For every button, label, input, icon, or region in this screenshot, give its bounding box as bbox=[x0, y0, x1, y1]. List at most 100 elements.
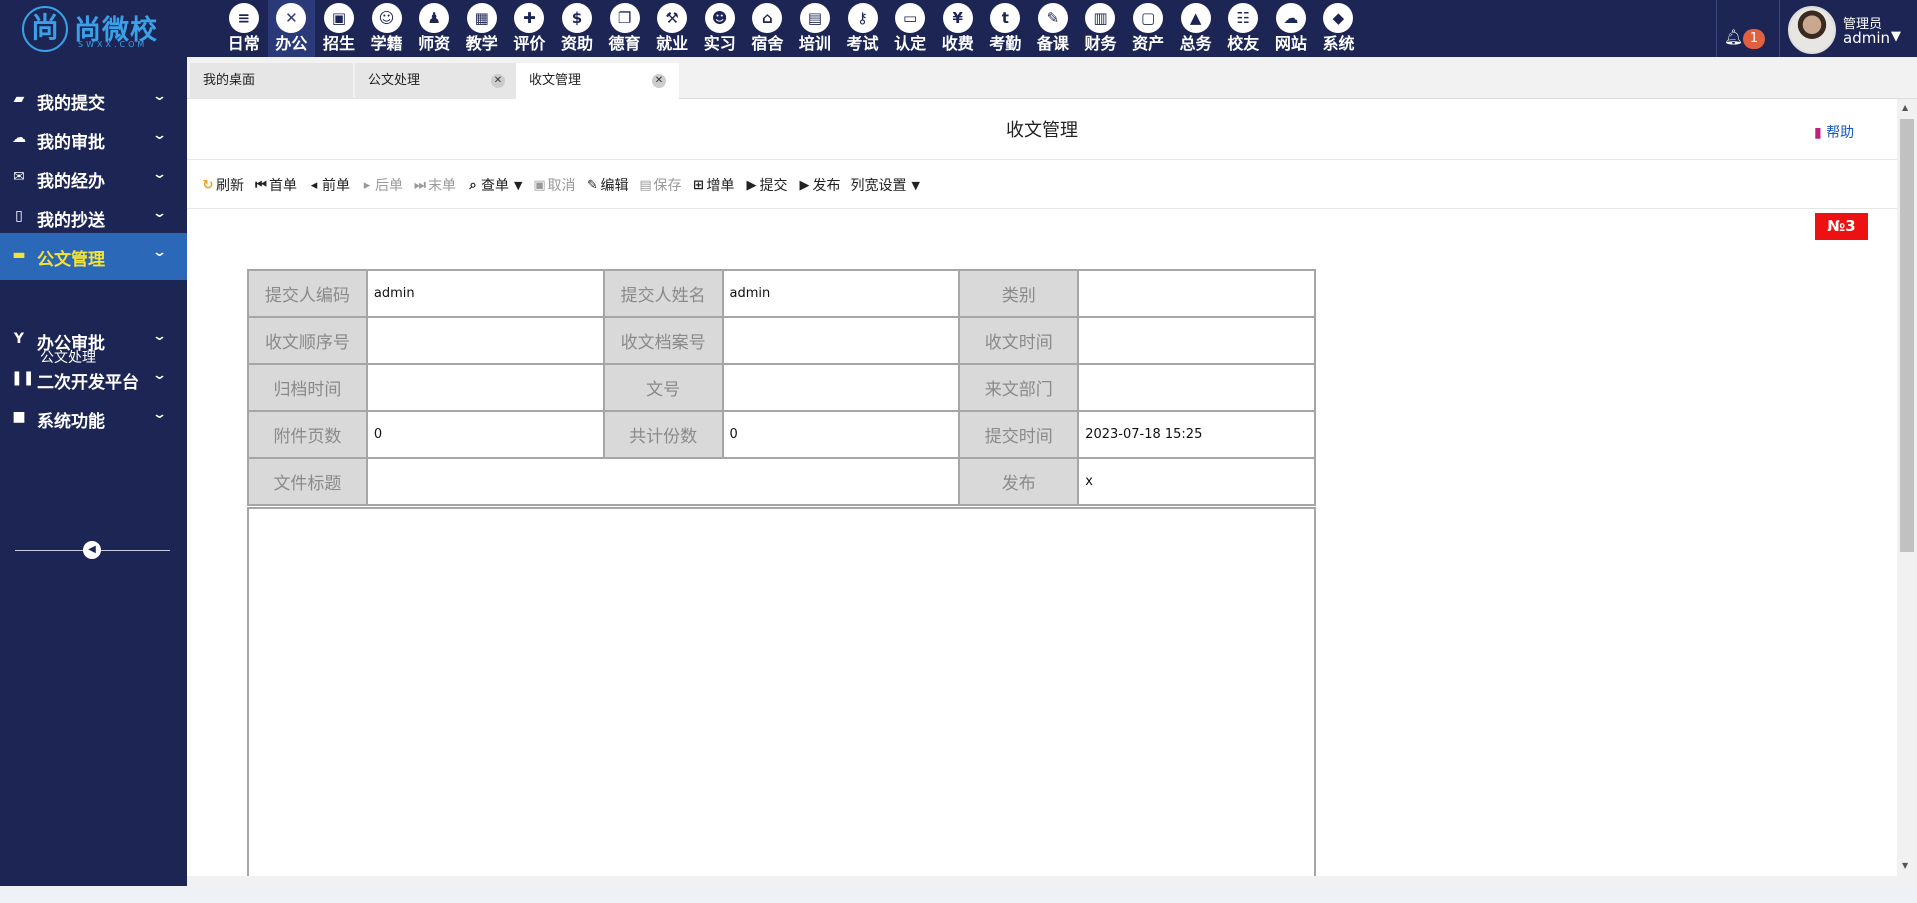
module-5[interactable]: ▦ 教学 bbox=[458, 0, 506, 57]
doc-no-field[interactable] bbox=[721, 363, 961, 412]
approval-icon: Y bbox=[13, 331, 25, 347]
vertical-scrollbar[interactable]: ▲ ▼ bbox=[1897, 99, 1917, 876]
from-dept-field[interactable] bbox=[1077, 363, 1316, 412]
avatar[interactable] bbox=[1788, 6, 1836, 54]
publish-field[interactable]: x bbox=[1077, 457, 1316, 506]
attach-pages-field[interactable]: 0 bbox=[365, 410, 605, 459]
module-17[interactable]: ✎ 备课 bbox=[1029, 0, 1077, 57]
module-label: 财务 bbox=[1084, 34, 1117, 53]
submit-time-field[interactable]: 2023-07-18 15:25 bbox=[1077, 410, 1316, 459]
module-6[interactable]: ✚ 评价 bbox=[506, 0, 554, 57]
module-15[interactable]: ¥ 收费 bbox=[934, 0, 982, 57]
doc-title-field[interactable] bbox=[365, 457, 961, 506]
toolbar-button-4[interactable]: ⏭ 末单 bbox=[413, 175, 456, 195]
toolbar-button-12[interactable]: 列宽设置 ▼ bbox=[850, 175, 919, 195]
module-label: 资产 bbox=[1132, 34, 1165, 53]
module-9[interactable]: ⚒ 就业 bbox=[648, 0, 696, 57]
sidebar-item-7[interactable]: ■ 系统功能 ⌄ bbox=[0, 395, 187, 442]
submitter-name-field[interactable]: admin bbox=[721, 269, 961, 318]
receive-time-field[interactable] bbox=[1077, 316, 1316, 365]
close-icon[interactable]: ✕ bbox=[652, 74, 666, 88]
key-icon: ⚷ bbox=[847, 3, 878, 33]
bell-icon[interactable]: 🔔︎ bbox=[1724, 28, 1743, 46]
divider bbox=[187, 208, 1897, 209]
category-field[interactable] bbox=[1077, 269, 1316, 318]
chevron-down-icon: ⌄ bbox=[151, 128, 168, 143]
file-icon: ▯ bbox=[15, 208, 23, 224]
toolbar-button-5[interactable]: ⌕ 查单 ▼ bbox=[466, 175, 522, 195]
folder-icon: ▬ bbox=[12, 247, 26, 263]
toolbar-button-1[interactable]: ⏮ 首单 bbox=[254, 175, 297, 195]
toolbar-button-label: 取消 bbox=[547, 178, 576, 194]
module-1[interactable]: ✕ 办公 bbox=[267, 0, 316, 57]
submit-icon: ▶ bbox=[746, 177, 757, 193]
toolbar-button-3[interactable]: ▸ 后单 bbox=[360, 175, 403, 195]
help-link[interactable]: ▮ 帮助 bbox=[1814, 122, 1854, 142]
submitter-code-field[interactable]: admin bbox=[365, 269, 605, 318]
toolbar-button-8[interactable]: ▤ 保存 bbox=[638, 175, 681, 195]
close-icon[interactable]: ✕ bbox=[491, 74, 505, 88]
toolbar-button-label: 前单 bbox=[322, 178, 350, 194]
module-10[interactable]: ☻ 实习 bbox=[696, 0, 744, 57]
logo[interactable]: 尚 尚微校 SWXX.COM bbox=[16, 6, 176, 52]
horizontal-scrollbar[interactable] bbox=[187, 876, 1917, 886]
module-label: 校友 bbox=[1227, 34, 1260, 53]
divider bbox=[1716, 0, 1717, 57]
caret-down-icon[interactable]: ▼ bbox=[1891, 29, 1901, 44]
tab-2[interactable]: 收文管理 ✕ bbox=[516, 63, 679, 99]
module-2[interactable]: ▣ 招生 bbox=[315, 0, 363, 57]
module-12[interactable]: ▤ 培训 bbox=[791, 0, 839, 57]
scroll-down-icon[interactable]: ▼ bbox=[1902, 861, 1908, 870]
module-14[interactable]: ▭ 认定 bbox=[886, 0, 934, 57]
module-21[interactable]: ☷ 校友 bbox=[1219, 0, 1267, 57]
toolbar-button-label: 列宽设置 bbox=[850, 178, 907, 194]
module-label: 备课 bbox=[1036, 34, 1069, 53]
scroll-up-icon[interactable]: ▲ bbox=[1902, 103, 1908, 112]
envelope-icon: ✉ bbox=[13, 169, 25, 185]
module-0[interactable]: ≡ 日常 bbox=[220, 0, 268, 57]
toolbar-button-11[interactable]: ▶ 发布 bbox=[797, 175, 840, 195]
module-8[interactable]: ❐ 德育 bbox=[601, 0, 649, 57]
module-23[interactable]: ◆ 系统 bbox=[1315, 0, 1363, 57]
tab-1[interactable]: 公文处理 ✕ bbox=[355, 63, 518, 99]
module-22[interactable]: ☁ 网站 bbox=[1267, 0, 1315, 57]
plus-square-icon: ⊞ bbox=[693, 177, 704, 193]
user-name[interactable]: admin bbox=[1843, 29, 1890, 47]
attach-pages-label: 附件页数 bbox=[247, 410, 368, 459]
module-label: 就业 bbox=[656, 34, 689, 53]
record-number-badge: №3 bbox=[1815, 213, 1868, 240]
chevron-down-icon: ⌄ bbox=[151, 89, 168, 104]
sidebar-item-label: 我的经办 bbox=[37, 172, 105, 192]
toolbar-button-9[interactable]: ⊞ 增单 bbox=[691, 175, 734, 195]
module-20[interactable]: ▲ 总务 bbox=[1172, 0, 1220, 57]
tab-0[interactable]: 我的桌面 bbox=[190, 63, 353, 99]
copies-label: 共计份数 bbox=[602, 410, 724, 459]
copies-field[interactable]: 0 bbox=[721, 410, 961, 459]
module-19[interactable]: ▢ 资产 bbox=[1124, 0, 1172, 57]
module-3[interactable]: ☺ 学籍 bbox=[363, 0, 411, 57]
toolbar-button-7[interactable]: ✎ 编辑 bbox=[585, 175, 628, 195]
module-7[interactable]: $ 资助 bbox=[553, 0, 601, 57]
toolbar-button-0[interactable]: ↻ 刷新 bbox=[201, 175, 244, 195]
notification-badge[interactable]: 1 bbox=[1743, 29, 1765, 49]
collapse-sidebar-button[interactable]: ◀ bbox=[83, 541, 101, 559]
toolbar-button-10[interactable]: ▶ 提交 bbox=[744, 175, 787, 195]
form-row: 归档时间 文号 来文部门 bbox=[247, 363, 1316, 412]
module-nav: ≡ 日常 ✕ 办公 ▣ 招生 ☺ 学籍 ♟ 师资 ▦ 教学 ✚ 评价 $ 资助 ❐ 德育 ⚒ 就业 ☻ 实习 ⌂ 宿舍 ▤ 培训 ⚷… bbox=[220, 0, 1362, 57]
module-13[interactable]: ⚷ 考试 bbox=[839, 0, 887, 57]
module-11[interactable]: ⌂ 宿舍 bbox=[744, 0, 792, 57]
module-16[interactable]: t 考勤 bbox=[982, 0, 1030, 57]
archive-no-field[interactable] bbox=[721, 316, 961, 365]
seq-field[interactable] bbox=[365, 316, 605, 365]
sidebar-item-4[interactable]: ▬ 公文管理 ⌄ bbox=[0, 233, 187, 280]
toolbar-button-label: 保存 bbox=[653, 178, 682, 194]
scrollbar-thumb[interactable] bbox=[1900, 119, 1914, 552]
file-time-field[interactable] bbox=[365, 363, 605, 412]
module-18[interactable]: ▥ 财务 bbox=[1077, 0, 1125, 57]
toolbar-button-6[interactable]: ▣ 取消 bbox=[532, 175, 575, 195]
toolbar-button-2[interactable]: ◂ 前单 bbox=[307, 175, 350, 195]
module-4[interactable]: ♟ 师资 bbox=[410, 0, 458, 57]
receive-time-label: 收文时间 bbox=[958, 316, 1080, 365]
sidebar-item-label: 我的抄送 bbox=[37, 211, 105, 231]
document-body-area[interactable] bbox=[247, 507, 1316, 876]
